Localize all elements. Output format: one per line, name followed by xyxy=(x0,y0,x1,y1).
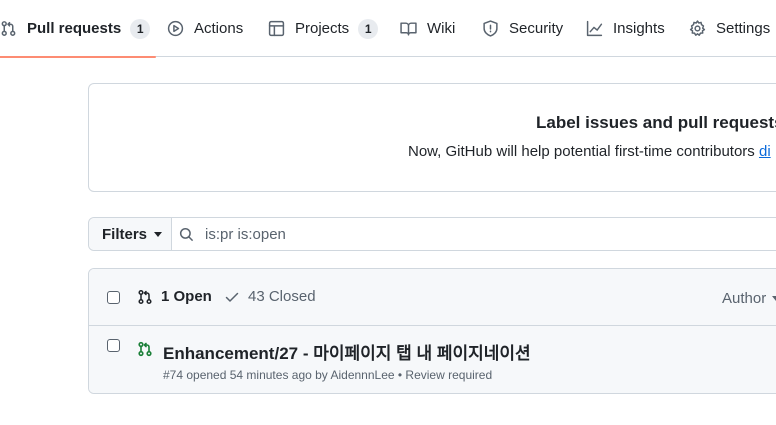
tab-settings-label: Settings xyxy=(716,20,771,37)
banner-description-text: Now, GitHub will help potential first-ti… xyxy=(408,143,759,160)
play-icon xyxy=(167,20,184,37)
tab-security[interactable]: Security xyxy=(482,0,563,57)
banner-title: Label issues and pull requests fo xyxy=(536,113,776,132)
tab-security-label: Security xyxy=(509,20,564,37)
book-icon xyxy=(400,22,417,36)
author-filter-dropdown[interactable]: Author xyxy=(722,290,776,307)
list-item: Enhancement/27 - 마이페이지 탭 내 페이지네이션 #74 op… xyxy=(89,326,776,393)
tab-actions[interactable]: Actions xyxy=(167,0,243,57)
pull-request-meta: #74 opened 54 minutes ago by AidennnLee … xyxy=(163,368,492,382)
git-pull-request-icon xyxy=(138,341,152,357)
gear-icon xyxy=(689,20,706,36)
row-checkbox[interactable] xyxy=(107,339,120,352)
repo-nav: Pull requests 1 Actions Projects 1 Wiki … xyxy=(0,0,776,58)
filters-button[interactable]: Filters xyxy=(89,218,172,250)
open-count-label: 1 Open xyxy=(161,288,212,305)
git-pull-request-icon xyxy=(1,21,16,36)
check-icon xyxy=(225,292,239,302)
tab-insights[interactable]: Insights xyxy=(586,0,665,57)
search-area xyxy=(172,218,776,250)
select-all-checkbox[interactable] xyxy=(107,291,120,304)
search-icon xyxy=(179,227,194,242)
tab-projects-label: Projects xyxy=(295,20,350,37)
banner-description: Now, GitHub will help potential first-ti… xyxy=(408,143,771,160)
table-icon xyxy=(268,20,285,37)
closed-count-label: 43 Closed xyxy=(248,288,316,305)
review-status[interactable]: • Review required xyxy=(395,368,492,382)
tab-wiki-label: Wiki xyxy=(427,20,456,37)
filter-bar: Filters xyxy=(88,217,776,251)
tab-pull-requests-label: Pull requests xyxy=(27,20,122,37)
tab-wiki[interactable]: Wiki xyxy=(400,0,455,57)
tab-pull-requests[interactable]: Pull requests 1 xyxy=(0,0,157,58)
tab-actions-label: Actions xyxy=(194,20,244,37)
git-pull-request-icon xyxy=(138,289,152,304)
tab-settings[interactable]: Settings xyxy=(689,0,770,57)
list-header: 1 Open 43 Closed Author xyxy=(89,269,776,326)
open-filter-link[interactable]: 1 Open xyxy=(137,288,212,305)
pull-request-list: 1 Open 43 Closed Author Enhancement/27 -… xyxy=(88,268,776,394)
tab-insights-label: Insights xyxy=(613,20,665,37)
chevron-down-icon xyxy=(772,296,776,301)
chevron-down-icon xyxy=(154,231,163,237)
search-input[interactable] xyxy=(172,218,776,250)
closed-filter-link[interactable]: 43 Closed xyxy=(224,288,316,305)
pull-request-title[interactable]: Enhancement/27 - 마이페이지 탭 내 페이지네이션 xyxy=(163,339,531,364)
graph-icon xyxy=(586,20,603,37)
pull-requests-counter: 1 xyxy=(130,18,151,39)
banner-link[interactable]: di xyxy=(759,143,771,160)
opened-text: opened 54 minutes ago by xyxy=(183,368,331,382)
shield-icon xyxy=(483,20,498,37)
author-link[interactable]: AidennnLee xyxy=(330,368,394,382)
tab-projects[interactable]: Projects 1 xyxy=(268,0,379,57)
label-issues-banner: Label issues and pull requests fo Now, G… xyxy=(88,83,776,192)
filters-label: Filters xyxy=(102,225,148,243)
pull-request-number[interactable]: #74 xyxy=(163,368,183,382)
projects-counter: 1 xyxy=(358,18,379,39)
author-filter-label: Author xyxy=(722,290,767,307)
